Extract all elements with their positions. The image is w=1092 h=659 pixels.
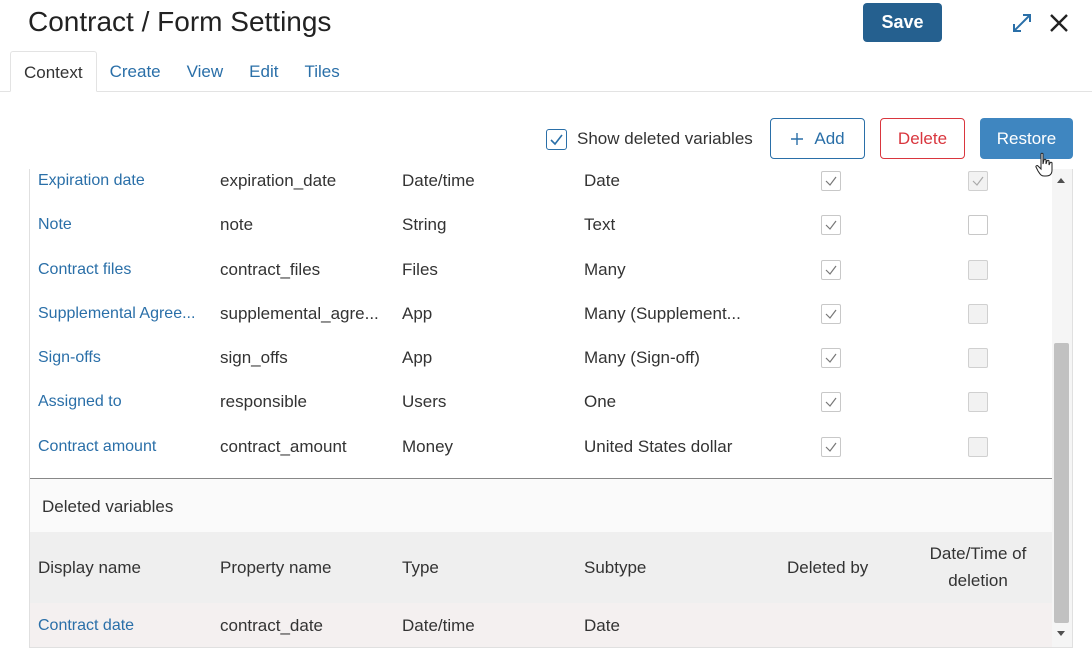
variable-display-name[interactable]: Assigned to	[38, 382, 208, 426]
variable-property-name: sign_offs	[220, 348, 288, 368]
deleted-table-header: Display name Property name Type Subtype …	[30, 532, 1053, 603]
variable-subtype: Many	[584, 259, 626, 279]
deleted-variables-title: Deleted variables	[42, 497, 174, 516]
hand-cursor-icon	[1035, 152, 1053, 177]
variable-checkbox-2	[968, 259, 988, 280]
check-icon	[825, 220, 837, 231]
show-deleted-checkbox[interactable]	[546, 129, 567, 150]
tab-create[interactable]: Create	[97, 51, 174, 92]
check-icon	[825, 353, 837, 364]
variable-checkbox-1[interactable]	[821, 259, 841, 280]
variable-checkbox-2	[968, 392, 988, 413]
variable-display-name[interactable]: Supplemental Agree...	[38, 294, 208, 338]
check-icon	[825, 176, 837, 186]
deleted-subtype: Date	[584, 616, 620, 635]
variable-subtype: Many (Sign-off)	[584, 348, 700, 368]
variable-subtype: United States dollar	[584, 436, 733, 456]
deleted-variables-section: Deleted variables	[30, 479, 1053, 533]
add-button-label: Add	[814, 128, 845, 148]
variable-type: Date/time	[402, 171, 475, 190]
variable-subtype: One	[584, 392, 617, 412]
check-icon	[825, 309, 837, 319]
header-property-name[interactable]: Property name	[220, 532, 332, 603]
variables-table: Expiration date expiration_date Date/tim…	[29, 169, 1073, 648]
variable-checkbox-2	[968, 303, 988, 324]
scroll-up-icon[interactable]	[1057, 178, 1065, 183]
check-icon	[825, 442, 837, 452]
variable-display-name[interactable]: Note	[38, 205, 208, 249]
variable-checkbox-2	[968, 171, 988, 191]
check-icon	[550, 134, 563, 146]
table-scrollbar[interactable]	[1052, 169, 1072, 647]
scroll-down-icon[interactable]	[1057, 631, 1065, 636]
variable-property-name: contract_amount	[220, 436, 347, 456]
variable-checkbox-1[interactable]	[821, 303, 841, 324]
variable-type: App	[402, 348, 433, 368]
deleted-property-name: contract_date	[220, 616, 324, 635]
variable-checkbox-1[interactable]	[821, 392, 841, 413]
variable-display-name[interactable]: Contract amount	[38, 427, 208, 471]
tab-edit[interactable]: Edit	[236, 51, 291, 92]
variable-display-name[interactable]: Contract files	[38, 250, 208, 294]
variable-property-name: expiration_date	[220, 171, 337, 190]
header-deleted-at-line1: Date/Time of	[929, 544, 1027, 563]
variables-rows: Expiration date expiration_date Date/tim…	[30, 169, 1053, 479]
header-display-name[interactable]: Display name	[38, 532, 141, 603]
variable-checkbox-1[interactable]	[821, 348, 841, 369]
variable-subtype: Text	[584, 215, 616, 235]
variable-type: Money	[402, 436, 454, 456]
variable-type: Users	[402, 392, 447, 412]
variable-property-name: supplemental_agre...	[220, 303, 379, 323]
check-icon	[972, 176, 984, 186]
table-row[interactable]: Contract amount contract_amount Money Un…	[30, 435, 1053, 479]
dialog-header: Contract / Form Settings Save	[0, 0, 1092, 52]
close-icon[interactable]	[1047, 11, 1071, 35]
delete-button[interactable]: Delete	[880, 118, 965, 159]
variable-type: String	[402, 215, 447, 235]
variable-type: Files	[402, 259, 438, 279]
deleted-display-name[interactable]: Contract date	[38, 603, 134, 647]
variable-checkbox-2	[968, 348, 988, 369]
plus-icon	[791, 132, 804, 145]
save-button[interactable]: Save	[863, 3, 942, 42]
variable-checkbox-1[interactable]	[821, 215, 841, 236]
scroll-thumb[interactable]	[1054, 343, 1069, 623]
toolbar: Show deleted variables Add Delete Restor…	[0, 118, 1092, 160]
expand-icon[interactable]	[1011, 12, 1033, 34]
check-icon	[825, 398, 837, 408]
page-title: Contract / Form Settings	[28, 6, 332, 37]
variable-type: App	[402, 303, 433, 323]
header-deleted-by[interactable]: Deleted by	[787, 532, 868, 603]
header-deleted-at[interactable]: Date/Time of deletion	[910, 532, 1046, 603]
variable-property-name: note	[220, 215, 254, 235]
variable-checkbox-1[interactable]	[821, 171, 841, 191]
variable-checkbox-2	[968, 436, 988, 457]
header-type[interactable]: Type	[402, 532, 439, 603]
tab-view[interactable]: View	[174, 51, 237, 92]
header-subtype[interactable]: Subtype	[584, 532, 646, 603]
deleted-type: Date/time	[402, 616, 475, 635]
variable-subtype: Many (Supplement...	[584, 303, 741, 323]
variable-display-name[interactable]: Expiration date	[38, 169, 208, 205]
variable-checkbox-2[interactable]	[968, 215, 988, 236]
variable-display-name[interactable]: Sign-offs	[38, 338, 208, 382]
check-icon	[825, 265, 837, 275]
variable-property-name: contract_files	[220, 259, 321, 279]
deleted-table-row[interactable]: Contract date contract_date Date/time Da…	[30, 603, 1053, 647]
add-button[interactable]: Add	[770, 118, 865, 159]
variable-checkbox-1[interactable]	[821, 436, 841, 457]
tab-tiles[interactable]: Tiles	[291, 51, 352, 92]
variable-subtype: Date	[584, 171, 620, 190]
show-deleted-label: Show deleted variables	[577, 129, 753, 148]
header-deleted-at-line2: deletion	[948, 571, 1008, 590]
variable-property-name: responsible	[220, 392, 307, 412]
restore-button[interactable]: Restore	[980, 118, 1073, 159]
tab-bar: Context Create View Edit Tiles	[10, 51, 353, 92]
tab-context[interactable]: Context	[10, 51, 97, 92]
